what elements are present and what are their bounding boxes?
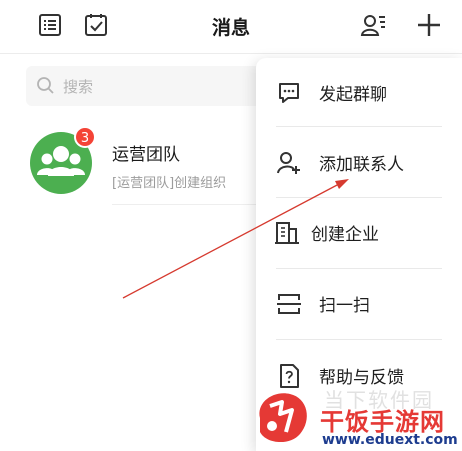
building-icon	[275, 222, 299, 244]
search-icon	[37, 77, 54, 94]
page-title: 消息	[211, 17, 250, 39]
add-contact-icon	[277, 152, 300, 174]
menu-item-group-chat[interactable]: 发起群聊	[256, 58, 462, 128]
menu-item-label: 扫一扫	[319, 296, 370, 316]
top-bar: 消息	[0, 0, 462, 52]
site-logo-icon	[259, 393, 307, 443]
search-placeholder: 搜索	[63, 78, 94, 96]
chat-preview: [运营团队]创建组织	[112, 176, 227, 191]
plus-icon[interactable]	[416, 12, 442, 38]
watermark-url: www.eduext.com	[322, 432, 458, 448]
group-chat-icon	[279, 83, 299, 103]
scan-icon	[277, 294, 301, 314]
menu-item-label: 发起群聊	[319, 85, 387, 105]
menu-item-create-enterprise[interactable]: 创建企业	[256, 198, 462, 268]
menu-item-label: 创建企业	[311, 225, 379, 245]
menu-divider	[276, 126, 442, 127]
header-divider	[0, 53, 462, 54]
unread-badge: 3	[74, 126, 96, 148]
chat-name: 运营团队	[112, 145, 180, 165]
contacts-icon[interactable]	[360, 12, 386, 38]
menu-divider	[276, 339, 442, 340]
watermark: 当下软件园 干饭手游网 www.eduext.com	[252, 384, 462, 451]
menu-item-scan[interactable]: 扫一扫	[256, 269, 462, 339]
menu-item-add-contact[interactable]: 添加联系人	[256, 128, 462, 198]
menu-item-label: 添加联系人	[319, 155, 404, 175]
